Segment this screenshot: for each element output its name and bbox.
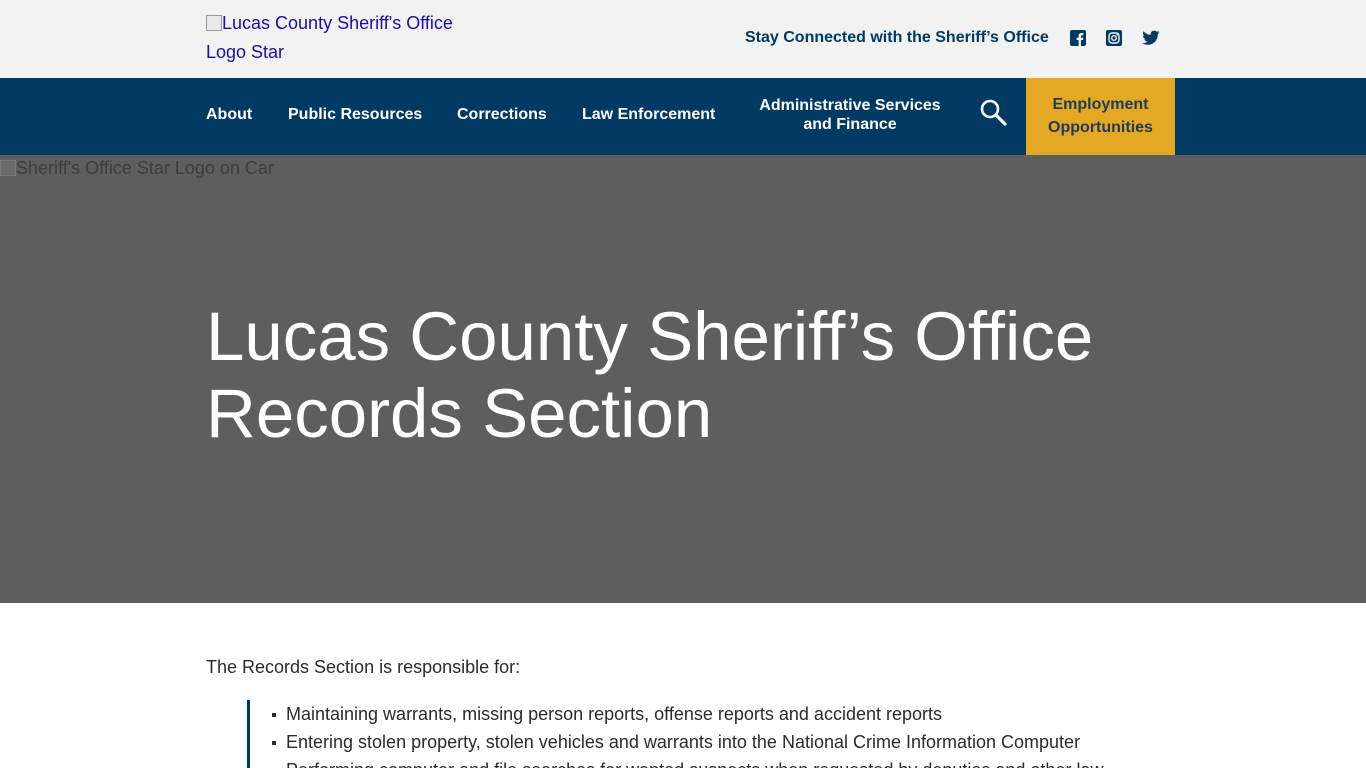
list-item: Entering stolen property, stolen vehicle… [272, 728, 1147, 756]
broken-image-icon [0, 160, 16, 176]
page-title-line-1: Lucas County Sheriff’s Office [206, 298, 1094, 375]
page-title-line-2: Records Section [206, 375, 713, 452]
hero-banner: Sheriff's Office Star Logo on Car Lucas … [0, 155, 1366, 603]
responsibilities-block: Maintaining warrants, missing person rep… [247, 700, 1147, 768]
list-item: Maintaining warrants, missing person rep… [272, 700, 1147, 728]
main-content: The Records Section is responsible for: … [206, 655, 1166, 768]
hero-image: Sheriff's Office Star Logo on Car [0, 158, 274, 179]
instagram-icon[interactable] [1105, 29, 1123, 47]
intro-paragraph: The Records Section is responsible for: [206, 657, 521, 677]
facebook-icon[interactable] [1069, 29, 1087, 47]
search-icon[interactable] [978, 97, 1010, 129]
nav-item-public-resources[interactable]: Public Resources [288, 105, 422, 124]
page-title: Lucas County Sheriff’s Office Records Se… [206, 298, 1206, 452]
main-navigation: About Public Resources Corrections Law E… [0, 78, 1366, 155]
employment-opportunities-button[interactable]: Employment Opportunities [1026, 78, 1175, 155]
stay-connected-text: Stay Connected with the Sheriff’s Office [745, 29, 1049, 46]
list-item: Performing computer and file searches fo… [286, 756, 1147, 768]
site-logo-link[interactable]: Lucas County Sheriff's Office Logo Star [206, 9, 476, 67]
twitter-icon[interactable] [1142, 29, 1160, 47]
logo-alt-text: Lucas County Sheriff's Office Logo Star [206, 13, 453, 62]
hero-image-alt-text: Sheriff's Office Star Logo on Car [16, 158, 274, 178]
top-utility-bar: Lucas County Sheriff's Office Logo Star … [0, 0, 1366, 78]
nav-item-law-enforcement[interactable]: Law Enforcement [582, 105, 715, 124]
employment-label: Employment Opportunities [1048, 96, 1153, 136]
nav-item-administrative-services[interactable]: Administrative Services and Finance [752, 96, 948, 134]
nav-item-corrections[interactable]: Corrections [457, 105, 547, 124]
nav-item-about[interactable]: About [206, 105, 252, 124]
broken-image-icon [206, 15, 222, 31]
responsibilities-list: Maintaining warrants, missing person rep… [272, 700, 1147, 768]
